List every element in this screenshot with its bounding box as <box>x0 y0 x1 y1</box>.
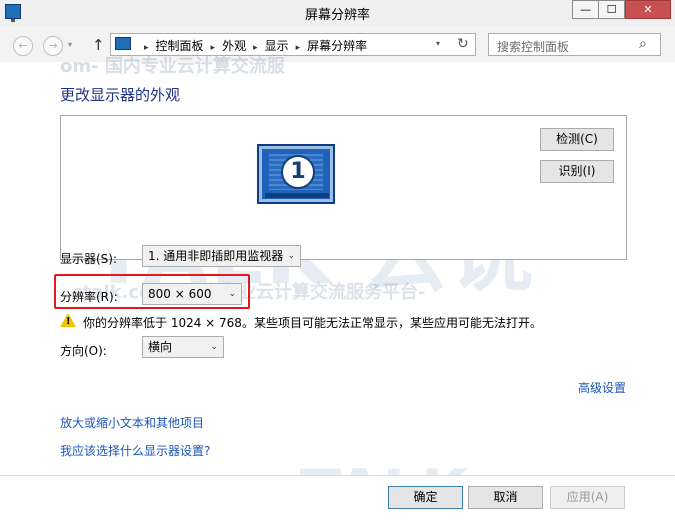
advanced-settings-link[interactable]: 高级设置 <box>578 379 626 396</box>
chevron-down-icon: ⌄ <box>210 342 218 352</box>
content-pane: om- 国内专业云计算交流服 TALK 云说 更改显示器的外观 1 检测(C) … <box>0 56 675 525</box>
monitor-icon[interactable]: 1 <box>257 144 335 204</box>
resolution-label: 分辨率(R): <box>60 290 118 304</box>
address-bar[interactable]: ▸ 控制面板 ▸ 外观 ▸ 显示 ▸ 屏幕分辨率 ▾ ↻ <box>110 33 476 56</box>
breadcrumb-control-panel[interactable]: 控制面板 <box>156 37 204 54</box>
breadcrumb-appearance[interactable]: 外观 <box>222 37 246 54</box>
title-bar: 屏幕分辨率 — ☐ ✕ <box>0 0 675 26</box>
address-dropdown-chevron-icon[interactable]: ▾ <box>436 39 440 48</box>
navigation-bar: ← → ▾ ↑ ▸ 控制面板 ▸ 外观 ▸ 显示 ▸ 屏幕分辨率 ▾ ↻ 搜索控制面板 ⌕ <box>0 28 675 62</box>
display-preview-area: 1 检测(C) 识别(I) <box>60 115 627 260</box>
breadcrumb: ▸ 控制面板 ▸ 外观 ▸ 显示 ▸ 屏幕分辨率 <box>137 37 367 54</box>
orientation-label: 方向(O): <box>60 344 107 358</box>
breadcrumb-separator-icon[interactable]: ▸ <box>211 43 216 53</box>
monitor-number-badge: 1 <box>281 155 315 189</box>
forward-arrow-icon[interactable]: → <box>43 36 63 56</box>
breadcrumb-separator-icon[interactable]: ▸ <box>253 43 258 53</box>
chevron-down-icon: ⌄ <box>287 251 295 261</box>
page-title: 更改显示器的外观 <box>60 86 181 104</box>
breadcrumb-display[interactable]: 显示 <box>265 37 289 54</box>
resolution-warning-text: 你的分辨率低于 1024 × 768。某些项目可能无法正常显示，某些应用可能无法… <box>83 316 542 330</box>
orientation-select[interactable]: 横向 ⌄ <box>142 336 224 358</box>
display-label: 显示器(S): <box>60 252 118 266</box>
breadcrumb-separator-icon[interactable]: ▸ <box>296 43 301 53</box>
recent-locations-chevron-icon[interactable]: ▾ <box>68 40 72 49</box>
dialog-button-bar: 确定 取消 应用(A) <box>0 475 675 525</box>
text-size-link[interactable]: 放大或缩小文本和其他项目 <box>60 414 204 431</box>
warning-exclamation: ! <box>66 316 71 327</box>
cancel-button[interactable]: 取消 <box>468 486 543 509</box>
identify-button[interactable]: 识别(I) <box>540 160 614 183</box>
breadcrumb-separator-icon[interactable]: ▸ <box>144 43 149 53</box>
warning-icon: ! <box>60 313 76 327</box>
display-select-value: 1. 通用非即插即用监视器 <box>148 249 284 263</box>
search-icon[interactable]: ⌕ <box>639 36 647 52</box>
chevron-down-icon: ⌄ <box>228 289 236 299</box>
ok-button[interactable]: 确定 <box>388 486 463 509</box>
refresh-icon[interactable]: ↻ <box>457 36 469 52</box>
display-select[interactable]: 1. 通用非即插即用监视器 ⌄ <box>142 245 301 267</box>
breadcrumb-screen-resolution[interactable]: 屏幕分辨率 <box>307 37 367 54</box>
search-input[interactable]: 搜索控制面板 ⌕ <box>488 33 661 56</box>
up-arrow-icon[interactable]: ↑ <box>92 36 105 54</box>
detect-button[interactable]: 检测(C) <box>540 128 614 151</box>
minimize-button[interactable]: — <box>572 0 599 19</box>
resolution-select[interactable]: 800 × 600 ⌄ <box>142 283 242 305</box>
display-settings-help-link[interactable]: 我应该选择什么显示器设置? <box>60 442 210 459</box>
close-button[interactable]: ✕ <box>625 0 671 19</box>
maximize-button[interactable]: ☐ <box>598 0 625 19</box>
monitor-stand <box>265 193 329 198</box>
back-arrow-icon[interactable]: ← <box>13 36 33 56</box>
search-placeholder: 搜索控制面板 <box>497 40 570 54</box>
resolution-select-value: 800 × 600 <box>148 287 212 301</box>
control-panel-icon <box>115 37 131 50</box>
apply-button[interactable]: 应用(A) <box>550 486 625 509</box>
orientation-select-value: 横向 <box>148 340 173 354</box>
